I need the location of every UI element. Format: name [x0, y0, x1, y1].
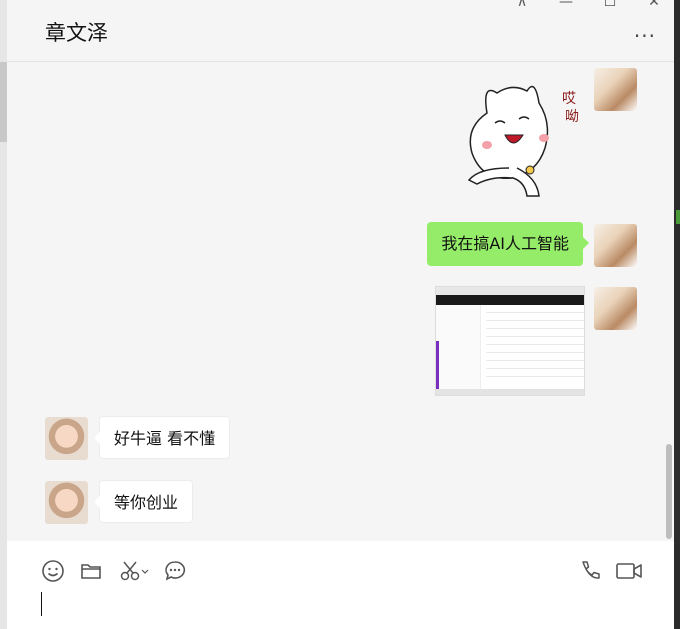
thumbnail-sidebar-highlight	[436, 341, 439, 395]
chat-history-icon[interactable]	[162, 558, 188, 584]
maximize-icon[interactable]: ☐	[598, 0, 622, 10]
scissors-icon[interactable]	[117, 558, 151, 584]
window-controls: ⊼ — ☐ ✕	[510, 0, 666, 10]
left-scrollbar-thumb[interactable]	[0, 62, 7, 142]
contact-avatar[interactable]	[45, 481, 88, 524]
folder-icon[interactable]	[78, 558, 104, 584]
contact-name: 章文泽	[45, 21, 108, 45]
video-icon[interactable]	[614, 558, 644, 584]
my-avatar[interactable]	[594, 224, 637, 267]
emoji-icon[interactable]	[40, 558, 66, 584]
close-icon[interactable]: ✕	[642, 0, 666, 10]
my-avatar[interactable]	[594, 68, 637, 111]
outgoing-message-bubble[interactable]: 我在搞AI人工智能	[427, 222, 589, 266]
thumbnail-footer	[436, 389, 584, 395]
thumbnail-navbar	[436, 295, 584, 305]
message-composer	[7, 541, 674, 629]
minimize-icon[interactable]: —	[554, 0, 578, 10]
incoming-message-bubble[interactable]: 等你创业	[93, 480, 194, 523]
edge-indicator	[676, 210, 680, 224]
right-window-edge	[674, 0, 680, 629]
my-avatar[interactable]	[594, 287, 637, 330]
text-input-caret[interactable]	[41, 592, 42, 616]
chat-header: 章文泽 ⊼ — ☐ ✕ ···	[7, 0, 674, 62]
cat-sticker[interactable]: 哎 呦	[457, 73, 587, 198]
chat-window: 章文泽 ⊼ — ☐ ✕ ··· 哎 呦 我在搞AI人工智能 好牛逼 看不懂 等你…	[7, 0, 674, 629]
contact-avatar[interactable]	[45, 417, 88, 460]
sticker-text-1: 哎	[562, 91, 576, 107]
left-panel-edge	[0, 0, 7, 629]
chat-scrollbar-thumb[interactable]	[666, 444, 672, 539]
more-options-button[interactable]: ···	[634, 24, 656, 48]
sticker-text-2: 呦	[565, 109, 579, 125]
image-message-thumbnail[interactable]	[435, 286, 585, 396]
phone-icon[interactable]	[577, 558, 603, 584]
message-list: 哎 呦 我在搞AI人工智能 好牛逼 看不懂 等你创业	[7, 63, 674, 541]
thumbnail-browser-tabs	[436, 287, 584, 295]
pin-icon[interactable]: ⊼	[510, 0, 534, 10]
incoming-message-bubble[interactable]: 好牛逼 看不懂	[93, 416, 231, 459]
thumbnail-sidebar	[436, 305, 481, 395]
